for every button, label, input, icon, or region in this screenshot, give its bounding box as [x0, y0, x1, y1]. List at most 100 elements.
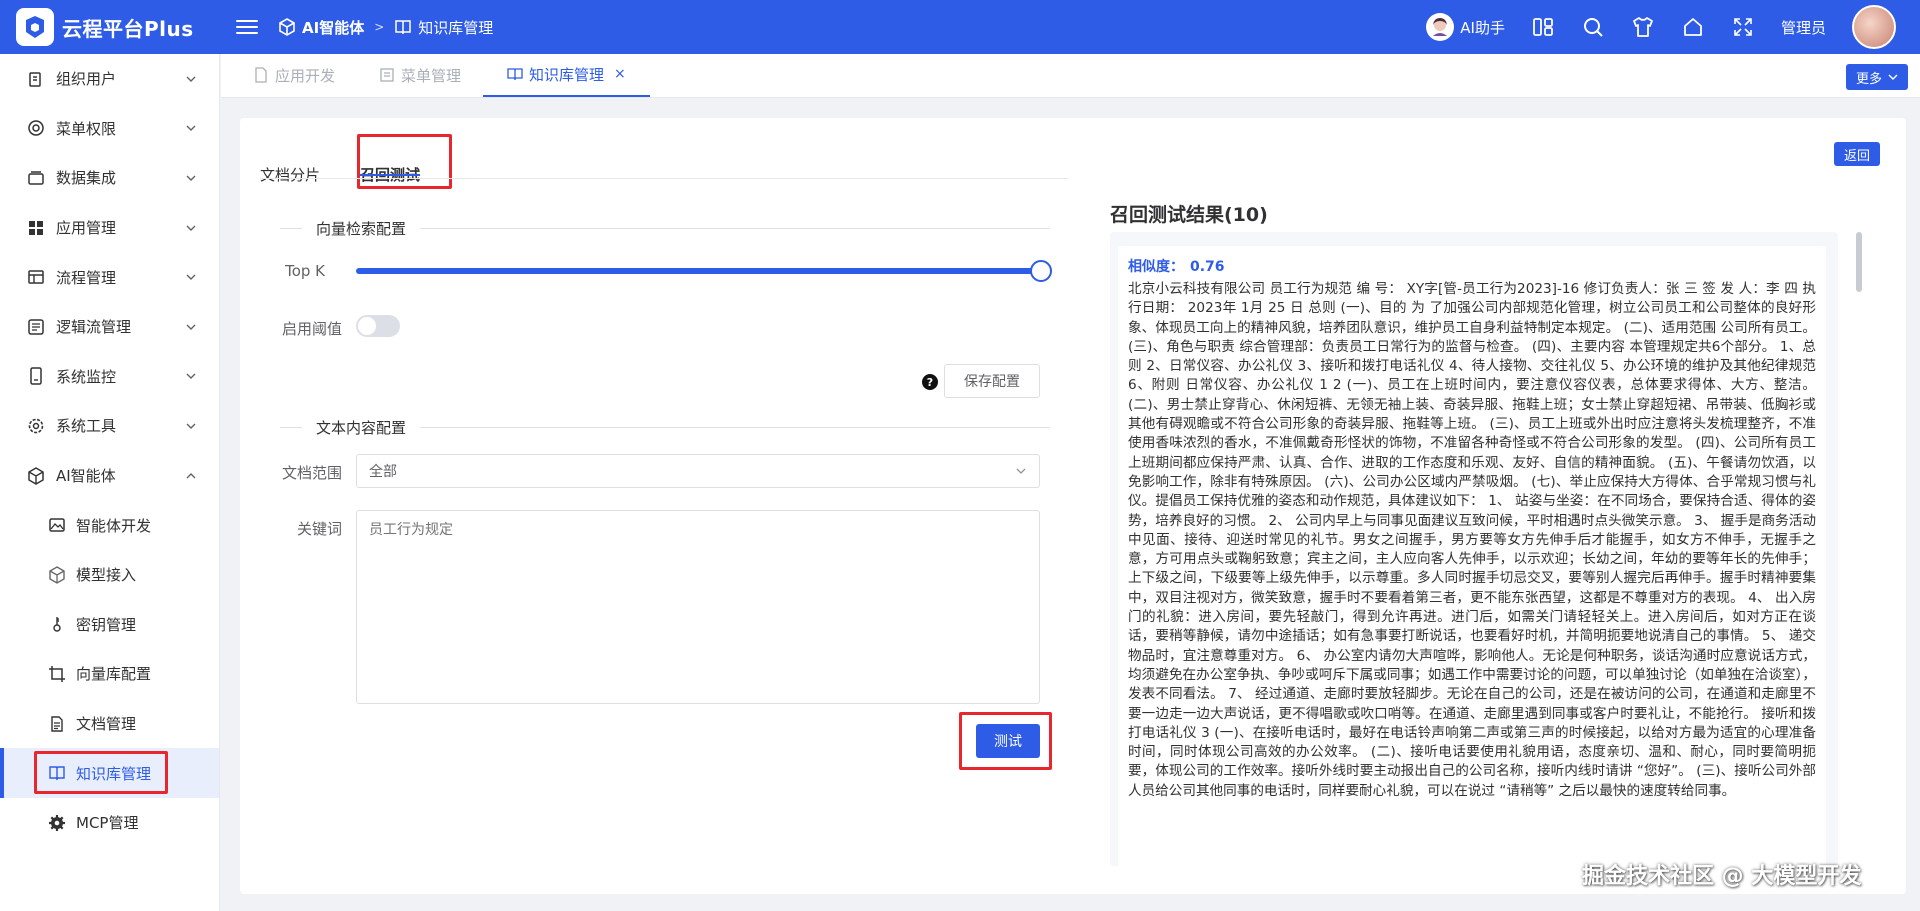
more-label: 更多 [1855, 71, 1882, 87]
book-icon [47, 763, 67, 783]
monitor-icon [26, 366, 46, 386]
watermark: 掘金技术社区 @ 大模型开发 [1582, 864, 1862, 889]
sidebar: 组织用户 菜单权限 数据集成 应用管理 流程管理 逻辑流管理 系统监控 系统工具 [0, 54, 220, 911]
sidebar-subitem-label: 密钥管理 [76, 615, 137, 634]
threshold-switch[interactable] [356, 315, 400, 337]
book-icon [395, 20, 412, 35]
flow-icon [26, 267, 46, 287]
breadcrumb: AI智能体 > 知识库管理 [278, 17, 493, 38]
sidebar-subitem-model-access[interactable]: 模型接入 [0, 550, 219, 600]
topk-label: Top K [285, 262, 325, 280]
sidebar-item-label: 数据集成 [56, 169, 117, 188]
document-icon [47, 714, 67, 734]
help-icon[interactable]: ? [922, 374, 938, 390]
list-icon [380, 68, 394, 82]
sidebar-item-ai-agent[interactable]: AI智能体 [0, 451, 219, 501]
more-button[interactable]: 更多 [1845, 64, 1908, 90]
sidebar-item-system-tools[interactable]: 系统工具 [0, 401, 219, 451]
results-panel: 相似度： 0.76 北京小云科技有限公司 员工行为规范 编 号： XY字[管-员工… [1110, 232, 1838, 866]
sidebar-item-label: AI智能体 [56, 467, 116, 486]
breadcrumb-item[interactable]: AI智能体 [302, 17, 364, 38]
page-tabs-bar: 应用开发 菜单管理 知识库管理 × 更多 [221, 54, 1920, 98]
document-scope-select[interactable]: 全部 [356, 454, 1040, 488]
breadcrumb-separator-icon: > [374, 20, 385, 34]
chevron-down-icon [186, 423, 196, 429]
back-button[interactable]: 返回 [1833, 142, 1880, 166]
save-config-button[interactable]: 保存配置 [944, 364, 1040, 398]
database-icon [26, 168, 46, 188]
sidebar-subitem-label: 知识库管理 [76, 764, 152, 783]
sidebar-item-label: 组织用户 [56, 70, 117, 89]
chevron-down-icon [186, 125, 196, 132]
sidebar-item-system-monitor[interactable]: 系统监控 [0, 352, 219, 402]
fullscreen-icon[interactable] [1731, 15, 1755, 39]
cube-icon [47, 565, 67, 585]
crop-icon [47, 664, 67, 684]
sidebar-subitem-document-management[interactable]: 文档管理 [0, 699, 219, 749]
sidebar-item-menu-permission[interactable]: 菜单权限 [0, 104, 219, 154]
book-icon [507, 68, 523, 81]
chevron-up-icon [186, 472, 196, 479]
similarity-value: 0.76 [1190, 259, 1225, 275]
sidebar-subitem-agent-dev[interactable]: 智能体开发 [0, 500, 219, 550]
chevron-down-icon [186, 175, 196, 181]
topk-slider-handle[interactable] [1030, 260, 1052, 282]
inner-tabs: 文档分片 召回测试 [260, 136, 421, 184]
logo-icon [16, 8, 54, 46]
top-header: 云程平台Plus AI智能体 > 知识库管理 AI助手 管理员 [0, 0, 1920, 54]
apps-icon [26, 218, 46, 238]
sidebar-subitem-label: 向量库配置 [76, 665, 152, 684]
keyword-input[interactable] [356, 510, 1040, 704]
sidebar-item-org-users[interactable]: 组织用户 [0, 54, 219, 104]
close-icon[interactable]: × [614, 66, 626, 82]
result-card: 相似度： 0.76 北京小云科技有限公司 员工行为规范 编 号： XY字[管-员工… [1118, 246, 1826, 866]
menu-toggle-icon[interactable] [236, 20, 258, 34]
home-icon[interactable] [1681, 15, 1705, 39]
sidebar-subitem-vector-config[interactable]: 向量库配置 [0, 649, 219, 699]
tab-recall-test[interactable]: 召回测试 [360, 136, 421, 184]
sidebar-item-logic-flow[interactable]: 逻辑流管理 [0, 302, 219, 352]
cube-icon [279, 18, 295, 36]
result-text: 北京小云科技有限公司 员工行为规范 编 号： XY字[管-员工行为2023]-1… [1128, 281, 1816, 799]
sidebar-subitem-knowledge-base[interactable]: 知识库管理 [0, 748, 219, 798]
tab-document-chunks[interactable]: 文档分片 [260, 136, 320, 184]
sidebar-subitem-label: 模型接入 [76, 566, 137, 585]
document-icon [255, 67, 267, 83]
key-icon [47, 614, 67, 634]
sidebar-subitem-key-management[interactable]: 密钥管理 [0, 600, 219, 650]
keyword-label: 关键词 [296, 520, 342, 538]
ai-agent-icon [26, 466, 46, 486]
ai-help-button[interactable]: AI助手 [1426, 13, 1505, 41]
tab-app-dev[interactable]: 应用开发 [231, 53, 357, 97]
search-icon[interactable] [1581, 15, 1605, 39]
chevron-down-icon [1888, 74, 1898, 80]
scope-label: 文档范围 [281, 464, 342, 482]
app-logo[interactable]: 云程平台Plus [0, 8, 220, 46]
test-button[interactable]: 测试 [976, 724, 1040, 758]
tab-knowledge-base[interactable]: 知识库管理 × [483, 53, 650, 97]
tab-menu-management[interactable]: 菜单管理 [357, 53, 483, 97]
select-value: 全部 [369, 464, 397, 480]
theme-shirt-icon[interactable] [1631, 15, 1655, 39]
sidebar-item-label: 菜单权限 [56, 119, 117, 138]
breadcrumb-item[interactable]: 知识库管理 [418, 17, 493, 38]
chevron-down-icon [1016, 468, 1026, 474]
layout-icon[interactable] [1531, 15, 1555, 39]
chevron-down-icon [186, 324, 196, 330]
chevron-down-icon [186, 373, 196, 380]
sidebar-item-data-integration[interactable]: 数据集成 [0, 153, 219, 203]
username-label[interactable]: 管理员 [1781, 17, 1826, 38]
sidebar-subitem-label: MCP管理 [76, 814, 139, 833]
sidebar-subitem-mcp-management[interactable]: MCP管理 [0, 798, 219, 848]
section-title-label: 向量检索配置 [316, 220, 407, 238]
sidebar-item-label: 应用管理 [56, 219, 117, 238]
results-scrollbar[interactable] [1856, 232, 1862, 292]
user-avatar[interactable] [1852, 5, 1896, 49]
sidebar-item-flow-management[interactable]: 流程管理 [0, 252, 219, 302]
sidebar-item-label: 流程管理 [56, 268, 117, 287]
sidebar-item-app-management[interactable]: 应用管理 [0, 203, 219, 253]
text-config-title: 文本内容配置 [280, 417, 1050, 438]
results-title: 召回测试结果(10) [1110, 204, 1268, 226]
topk-slider-track[interactable] [356, 268, 1040, 274]
sidebar-subitem-label: 文档管理 [76, 715, 137, 734]
